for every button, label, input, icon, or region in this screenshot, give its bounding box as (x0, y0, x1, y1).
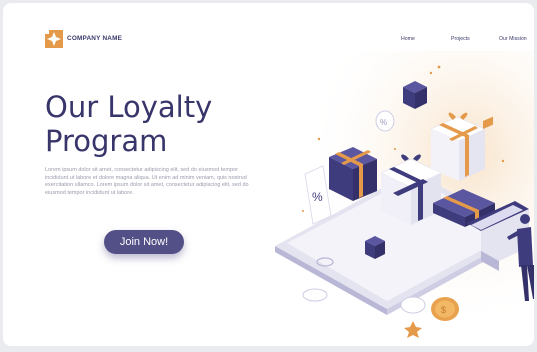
floating-cube-icon (403, 81, 427, 109)
hero-title-line-2: Program (45, 124, 168, 158)
hero-title-line-1: Our Loyalty (45, 90, 213, 124)
loyalty-illustration: % % $ (263, 51, 534, 346)
compass-star-logo-icon (45, 30, 63, 48)
nav-link-our-mission[interactable]: Our Mission (499, 36, 527, 42)
hero-paragraph: Lorem ipsum dolor sit amet, consectetur … (45, 167, 249, 196)
landing-page: COMPANY NAME Home Projects Our Mission O… (3, 3, 534, 346)
discount-coin-icon: % (375, 110, 395, 132)
svg-text:%: % (380, 118, 387, 127)
nav-link-projects[interactable]: Projects (451, 36, 470, 42)
percent-symbol: % (312, 190, 323, 204)
company-name: COMPANY NAME (67, 35, 123, 42)
nav-link-home[interactable]: Home (401, 36, 415, 42)
hero-title: Our Loyalty Program (45, 90, 212, 158)
svg-text:$: $ (441, 305, 446, 315)
join-now-button[interactable]: Join Now! (104, 230, 184, 254)
